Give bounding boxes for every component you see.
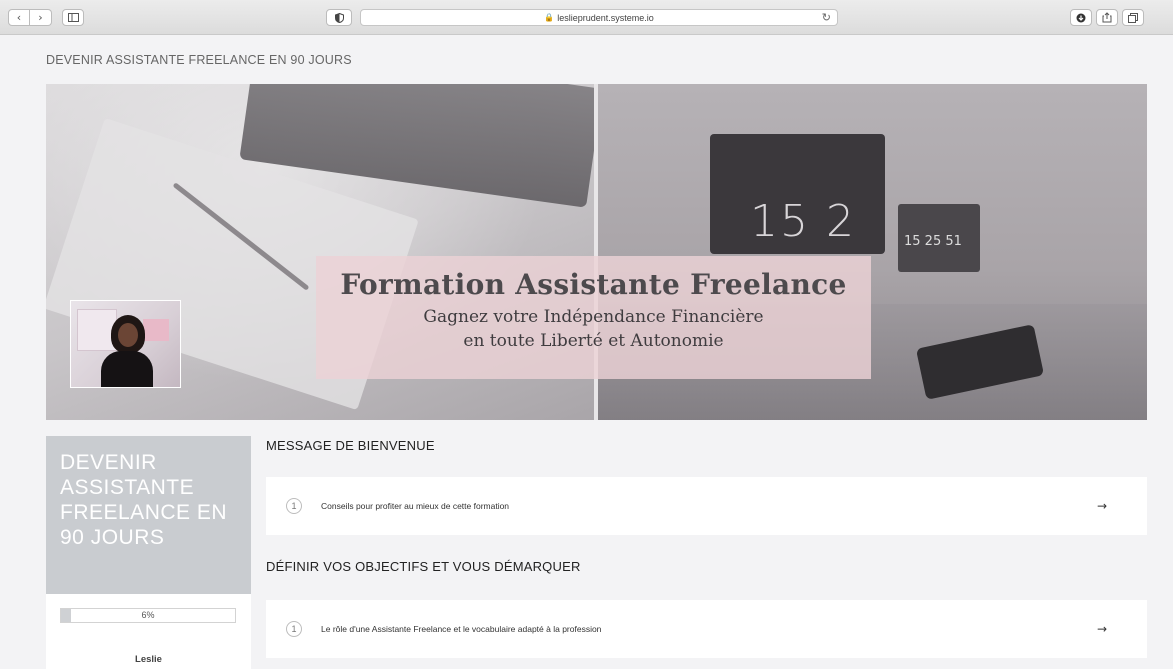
reload-icon[interactable]: ↻ xyxy=(822,11,831,24)
sidebar-icon xyxy=(67,13,79,22)
share-icon xyxy=(1102,12,1112,23)
hero-banner: 15 2 15 25 51 Formation Assistante Freel… xyxy=(46,84,1147,420)
body-shape xyxy=(101,351,153,387)
chevron-left-icon: ‹ xyxy=(16,11,22,24)
sidebar-course-card: DEVENIR ASSISTANTE FREELANCE EN 90 JOURS xyxy=(46,436,251,594)
lesson-item[interactable]: 1 Conseils pour profiter au mieux de cet… xyxy=(266,477,1147,535)
nav-buttons: ‹ › xyxy=(8,9,52,26)
privacy-button[interactable] xyxy=(326,9,352,26)
download-icon xyxy=(1076,13,1086,22)
hero-title-box: Formation Assistante Freelance Gagnez vo… xyxy=(316,256,871,379)
address-bar[interactable]: 🔒 leslieprudent.systeme.io ↻ xyxy=(360,9,838,26)
lock-icon: 🔒 xyxy=(544,13,555,22)
hero-subtitle-line2: en toute Liberté et Autonomie xyxy=(463,331,724,351)
progress-bar: 6% xyxy=(60,608,236,623)
sidebar-toggle-button[interactable] xyxy=(62,9,84,26)
screen-shape xyxy=(143,319,169,341)
sidebar-progress-panel: 6% Leslie xyxy=(46,594,251,669)
face-shape xyxy=(118,323,138,347)
student-name: Leslie xyxy=(135,654,162,665)
hero-subtitle-line1: Gagnez votre Indépendance Financière xyxy=(423,307,764,327)
arrow-right-icon[interactable]: → xyxy=(1097,622,1107,636)
back-button[interactable]: ‹ xyxy=(8,9,30,26)
lesson-number: 1 xyxy=(286,621,302,637)
arrow-right-icon[interactable]: → xyxy=(1097,499,1107,513)
course-header: DEVENIR ASSISTANTE FREELANCE EN 90 JOURS xyxy=(46,53,352,67)
sidebar-course-title: DEVENIR ASSISTANTE FREELANCE EN 90 JOURS xyxy=(60,451,228,549)
download-button[interactable] xyxy=(1070,9,1092,26)
share-button[interactable] xyxy=(1096,9,1118,26)
tabs-icon xyxy=(1128,12,1138,23)
module-title: MESSAGE DE BIENVENUE xyxy=(266,438,435,453)
browser-toolbar: ‹ › 🔒 leslieprudent.systeme.io ↻ xyxy=(0,0,1173,35)
tabs-button[interactable] xyxy=(1122,9,1144,26)
monitor-clock: 15 2 xyxy=(750,196,856,247)
url-text: leslieprudent.systeme.io xyxy=(557,12,654,23)
chevron-right-icon: › xyxy=(38,11,43,24)
lesson-label: Le rôle d'une Assistante Freelance et le… xyxy=(321,624,602,634)
presenter-video-thumbnail[interactable] xyxy=(70,300,181,388)
lesson-number: 1 xyxy=(286,498,302,514)
progress-label: 6% xyxy=(141,610,155,620)
lesson-item[interactable]: 1 Le rôle d'une Assistante Freelance et … xyxy=(266,600,1147,658)
small-monitor-clock: 15 25 51 xyxy=(904,234,962,249)
module-title: DÉFINIR VOS OBJECTIFS ET VOUS DÉMARQUER xyxy=(266,559,581,574)
shield-icon xyxy=(334,12,344,23)
lesson-label: Conseils pour profiter au mieux de cette… xyxy=(321,501,510,511)
hero-title: Formation Assistante Freelance xyxy=(340,268,847,301)
forward-button[interactable]: › xyxy=(30,9,52,26)
